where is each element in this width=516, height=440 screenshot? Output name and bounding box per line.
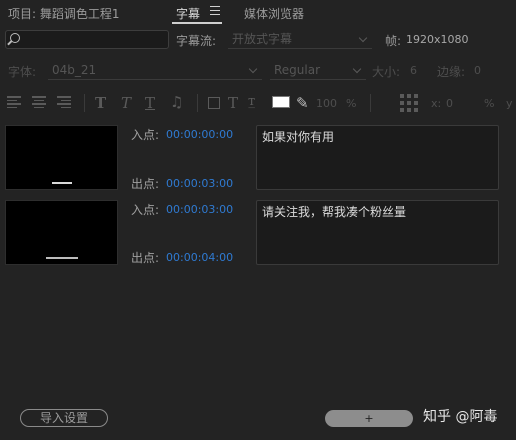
opacity-unit: % [346,97,357,110]
font-style-select[interactable]: Regular [270,61,366,80]
panel-tab-bar: 项目: 舞蹈调色工程1 字幕 媒体浏览器 [0,0,516,26]
font-family-value: 04b_21 [52,63,97,77]
size-value[interactable]: 6 [410,64,417,77]
frame-label: 帧: [385,34,402,48]
frame-value: 1920x1080 [406,33,469,46]
caption-thumbnail [5,125,118,190]
text-color-swatch[interactable] [272,96,290,108]
y-label: y [506,97,513,110]
tab-project[interactable]: 项目: 舞蹈调色工程1 [8,5,120,22]
font-family-select[interactable]: 04b_21 [48,61,262,80]
out-point-timecode[interactable]: 00:00:04:00 [166,251,233,264]
in-point-label: 入点: [131,203,160,217]
x-value[interactable]: 0 [446,97,453,110]
edge-icon[interactable]: ᴛ̲ [248,94,255,109]
italic-icon[interactable]: T [121,94,131,112]
out-point-label: 出点: [131,251,160,265]
chevron-down-icon [352,64,362,74]
caption-stream-select[interactable]: 开放式字幕 [228,30,372,49]
caption-text-field[interactable]: 请关注我，帮我凑个粉丝量 [256,200,499,265]
edge-label: 边缘: [437,65,466,79]
in-point-timecode[interactable]: 00:00:03:00 [166,203,233,216]
chevron-down-icon [358,33,368,43]
thumbnail-caption-mark [46,257,78,259]
align-right-icon[interactable] [57,96,71,109]
caption-item[interactable]: 入点: 00:00:03:00 出点: 00:00:04:00 请关注我，帮我凑… [0,199,516,271]
search-icon [10,33,20,43]
import-settings-button[interactable]: 导入设置 [20,409,108,427]
tab-media-browser[interactable]: 媒体浏览器 [244,5,304,22]
underline-icon[interactable]: T [145,94,155,112]
panel-menu-icon[interactable] [210,6,220,15]
active-tab-indicator [172,22,222,24]
edge-value[interactable]: 0 [474,64,481,77]
x-label: x: [431,97,442,110]
size-label: 大小: [372,65,401,79]
out-point-label: 出点: [131,177,160,191]
caption-thumbnail [5,200,118,265]
thumbnail-caption-mark [52,182,72,184]
font-style-value: Regular [274,63,321,77]
music-note-icon[interactable]: ♫ [170,93,183,111]
out-point-timecode[interactable]: 00:00:03:00 [166,177,233,190]
add-caption-button[interactable]: + [325,410,413,427]
tab-captions[interactable]: 字幕 [176,5,200,22]
opacity-value[interactable]: 100 [316,97,337,110]
in-point-timecode[interactable]: 00:00:00:00 [166,128,233,141]
x-percent: % [484,97,495,110]
chevron-down-icon [248,64,258,74]
toolbar-divider [197,94,198,112]
caption-stream-value: 开放式字幕 [232,32,293,46]
font-label: 字体: [8,65,37,79]
toolbar-divider [370,94,371,112]
text-color-icon[interactable]: T [228,94,238,112]
caption-item[interactable]: 入点: 00:00:00:00 出点: 00:00:03:00 如果对你有用 [0,124,516,196]
watermark: 知乎 @阿毒 [423,409,498,425]
align-left-icon[interactable] [7,96,21,109]
align-center-icon[interactable] [32,96,46,109]
eyedropper-icon[interactable]: ✎ [296,94,309,112]
bold-icon[interactable]: T [95,94,106,112]
search-input[interactable] [5,30,169,49]
caption-stream-label: 字幕流: [176,34,217,48]
position-grid-icon[interactable] [400,94,420,112]
caption-text-field[interactable]: 如果对你有用 [256,125,499,190]
background-icon[interactable] [208,97,220,109]
toolbar-divider [84,94,85,112]
in-point-label: 入点: [131,128,160,142]
